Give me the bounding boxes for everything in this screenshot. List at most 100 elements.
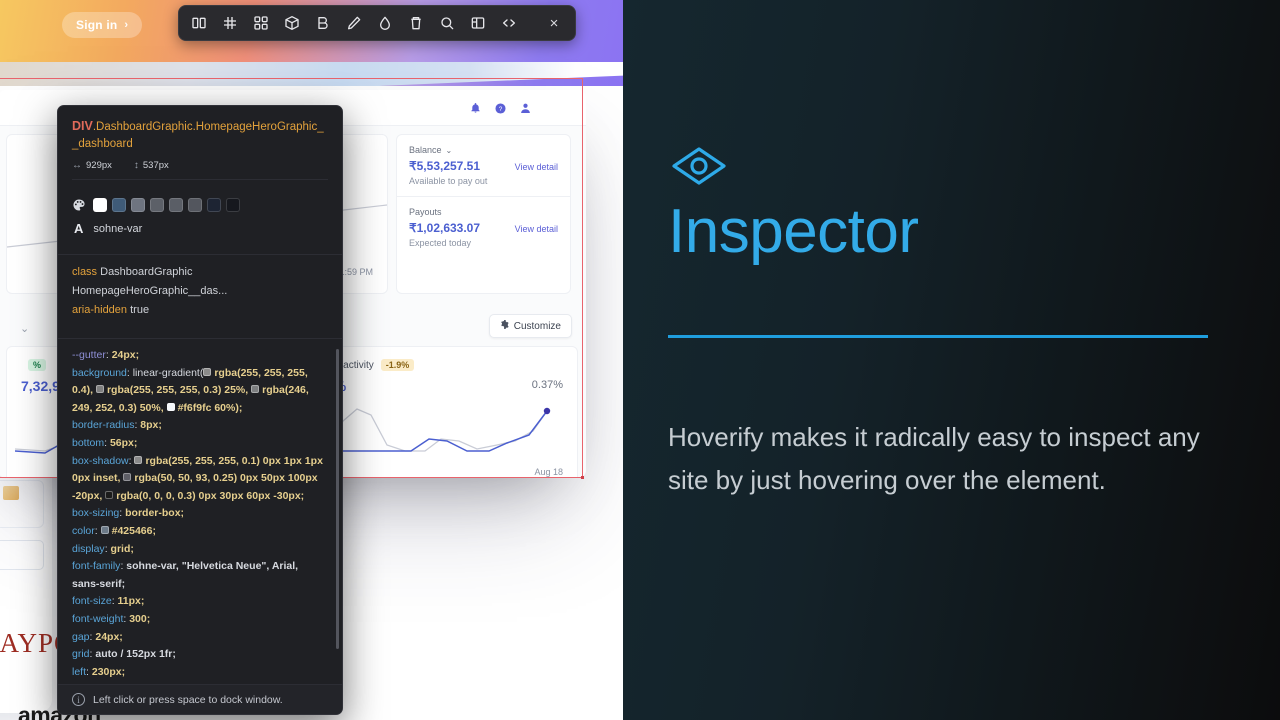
balance-block: Balance ⌄ ₹5,53,257.51 View detail Avail… xyxy=(397,135,570,196)
chevron-down-icon[interactable]: ⌄ xyxy=(20,322,29,335)
css-property: color xyxy=(72,524,95,537)
box-3d-icon[interactable] xyxy=(276,9,307,37)
css-property: font-weight xyxy=(72,612,124,625)
gear-icon xyxy=(500,320,509,332)
color-swatch[interactable] xyxy=(150,198,164,212)
css-value: 230px; xyxy=(91,665,126,678)
metric-header: Dispute activity -1.9% xyxy=(307,359,564,371)
color-chip-icon[interactable] xyxy=(251,385,260,394)
color-swatch[interactable] xyxy=(226,198,240,212)
color-swatch-row xyxy=(58,188,342,214)
balance-header[interactable]: Balance ⌄ xyxy=(409,145,558,155)
inspector-hint-text: Left click or press space to dock window… xyxy=(93,693,283,706)
promo-panel: Inspector Hoverify makes it radically ea… xyxy=(623,0,1280,720)
attribute-key: aria-hidden xyxy=(72,304,128,316)
css-value: #425466; xyxy=(111,524,156,537)
chevron-down-icon: ⌄ xyxy=(445,145,453,155)
color-chip-icon[interactable] xyxy=(100,526,109,535)
css-declaration[interactable]: letter-spacing: 0.2px; xyxy=(72,681,328,684)
payouts-title: Payouts xyxy=(409,207,442,217)
css-declaration[interactable]: --gutter: 24px; xyxy=(72,347,328,365)
css-property: box-shadow xyxy=(72,454,129,467)
css-declaration[interactable]: font-size: 11px; xyxy=(72,593,328,611)
color-chip-icon[interactable] xyxy=(95,385,104,394)
balance-amount: ₹5,53,257.51 xyxy=(409,159,481,173)
attribute-key: class xyxy=(72,266,98,278)
css-property: grid xyxy=(72,648,90,661)
css-declaration[interactable]: gap: 24px; xyxy=(72,629,328,647)
color-swatch[interactable] xyxy=(188,198,202,212)
user-icon[interactable] xyxy=(520,101,531,119)
css-declaration[interactable]: background: linear-gradient(rgba(255, 25… xyxy=(72,365,328,418)
computed-styles-list[interactable]: --gutter: 24px; background: linear-gradie… xyxy=(58,339,342,684)
color-swatch[interactable] xyxy=(131,198,145,212)
color-chip-icon[interactable] xyxy=(105,490,114,499)
css-declaration[interactable]: display: grid; xyxy=(72,541,328,559)
pencil-edit-icon[interactable] xyxy=(338,9,369,37)
chevron-right-icon: › xyxy=(124,19,129,31)
inspector-panel[interactable]: DIV.DashboardGraphic.HomepageHeroGraphic… xyxy=(57,105,343,715)
css-value: border-box; xyxy=(125,507,185,520)
css-value: 11px; xyxy=(117,595,145,608)
search-icon[interactable] xyxy=(431,9,462,37)
css-declaration[interactable]: border-radius: 8px; xyxy=(72,417,328,435)
color-chip-icon[interactable] xyxy=(166,403,175,411)
css-value: rgba(255, 255, 255, 0.3) 25%, xyxy=(106,384,252,397)
css-declaration[interactable]: font-family: sohne-var, "Helvetica Neue"… xyxy=(72,558,328,593)
sign-in-button[interactable]: Sign in › xyxy=(62,12,143,38)
help-circle-icon[interactable]: ? xyxy=(495,101,506,119)
promo-content: Inspector Hoverify makes it radically ea… xyxy=(668,145,1230,502)
css-declaration[interactable]: color: #425466; xyxy=(72,523,328,541)
code-icon[interactable] xyxy=(493,9,524,37)
element-height: ↕ 537px xyxy=(134,160,169,171)
css-property: background xyxy=(72,366,127,379)
color-picker-icon[interactable] xyxy=(369,9,400,37)
typography-icon[interactable] xyxy=(307,9,338,37)
css-declaration[interactable]: grid: auto / 152px 1fr; xyxy=(72,646,328,664)
css-property: font-family xyxy=(72,560,121,573)
color-chip-icon[interactable] xyxy=(123,473,132,482)
payment-methods-group xyxy=(0,480,44,528)
css-declaration[interactable]: bottom: 56px; xyxy=(72,435,328,453)
bell-icon[interactable] xyxy=(470,101,481,119)
customize-label: Customize xyxy=(513,320,561,332)
hoverify-toolbar[interactable]: × xyxy=(178,5,576,41)
balance-view-detail-link[interactable]: View detail xyxy=(515,162,558,172)
close-icon[interactable]: × xyxy=(541,10,567,36)
color-swatch[interactable] xyxy=(93,198,107,212)
color-swatch[interactable] xyxy=(169,198,183,212)
toolbar-items xyxy=(179,9,524,37)
element-width: ↔ 929px xyxy=(72,160,112,171)
css-declaration[interactable]: box-sizing: border-box; xyxy=(72,505,328,523)
metric-dates: Jul 18 Aug 18 xyxy=(307,467,564,477)
info-icon: i xyxy=(72,693,85,706)
css-value: 0.2px; xyxy=(141,683,171,684)
color-chip-icon[interactable] xyxy=(203,367,212,376)
color-swatch[interactable] xyxy=(207,198,221,212)
balances-card: Balance ⌄ ₹5,53,257.51 View detail Avail… xyxy=(396,134,571,294)
font-row: A sohne-var xyxy=(58,214,342,246)
checkout-select[interactable]: ⌄ xyxy=(0,540,44,570)
customize-button[interactable]: Customize xyxy=(488,314,572,338)
scrollbar[interactable] xyxy=(336,349,339,649)
css-declaration[interactable]: left: 230px; xyxy=(72,664,328,682)
font-family-name[interactable]: sohne-var xyxy=(93,223,142,235)
dashboard-header-icons: ? xyxy=(470,101,531,119)
layout-icon[interactable] xyxy=(462,9,493,37)
palette-icon xyxy=(72,198,86,212)
css-declaration[interactable]: box-shadow: rgba(255, 255, 255, 0.1) 0px… xyxy=(72,453,328,506)
payouts-header: Payouts xyxy=(409,207,558,217)
css-property: letter-spacing xyxy=(72,683,135,684)
panels-icon[interactable] xyxy=(183,9,214,37)
color-chip-icon[interactable] xyxy=(134,455,143,464)
color-swatch[interactable] xyxy=(112,198,126,212)
inspector-header: DIV.DashboardGraphic.HomepageHeroGraphic… xyxy=(58,106,342,188)
eye-icon xyxy=(668,145,730,187)
payouts-view-detail-link[interactable]: View detail xyxy=(515,224,558,234)
grid-hash-icon[interactable] xyxy=(214,9,245,37)
css-declaration[interactable]: font-weight: 300; xyxy=(72,611,328,629)
promo-description: Hoverify makes it radically easy to insp… xyxy=(668,422,1200,495)
element-tag-name: DIV xyxy=(72,119,93,133)
grid-four-icon[interactable] xyxy=(245,9,276,37)
trash-icon[interactable] xyxy=(400,9,431,37)
